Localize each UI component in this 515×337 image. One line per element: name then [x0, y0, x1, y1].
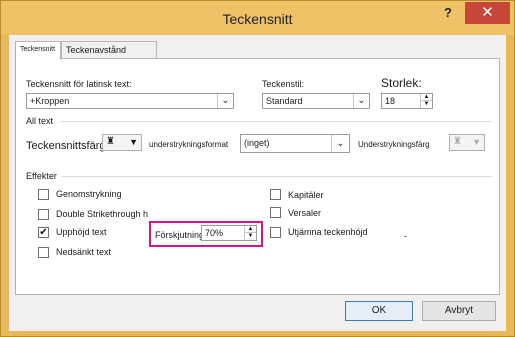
- strikethrough-checkbox[interactable]: [38, 189, 49, 200]
- spin-arrows-icon[interactable]: ▲ ▼: [244, 226, 256, 240]
- dialog-body: Teckensnitt Teckenavstånd Teckensnitt fö…: [9, 35, 506, 331]
- font-style-value: Standard: [266, 96, 303, 106]
- double-strikethrough-checkbox[interactable]: [38, 209, 49, 220]
- paint-bucket-icon: ♜: [106, 136, 115, 147]
- equalize-height-checkbox[interactable]: [270, 227, 281, 238]
- spin-down-icon[interactable]: ▼: [421, 101, 432, 108]
- underline-style-combo[interactable]: (inget) ⌄: [240, 134, 350, 153]
- superscript-label: Upphöjd text: [56, 227, 107, 237]
- small-caps-label: Kapitäler: [288, 190, 324, 200]
- font-size-value: 18: [385, 96, 396, 106]
- spin-up-icon[interactable]: ▲: [245, 226, 256, 233]
- paint-bucket-icon: ♜: [453, 136, 462, 147]
- font-style-combo[interactable]: Standard ⌄: [262, 93, 370, 109]
- chevron-down-icon[interactable]: ⌄: [217, 94, 233, 108]
- ok-button[interactable]: OK: [345, 301, 413, 321]
- help-button[interactable]: ?: [437, 5, 459, 23]
- chevron-down-icon[interactable]: ⌄: [331, 135, 349, 152]
- double-strikethrough-label: Double Strikethrough h: [56, 209, 149, 219]
- underline-color-label: Understrykningsfärg: [358, 140, 430, 149]
- chevron-down-icon: ▼: [129, 137, 138, 147]
- spin-down-icon[interactable]: ▼: [245, 233, 256, 240]
- equalize-height-label: Utjämna teckenhöjd: [288, 227, 368, 237]
- superscript-checkbox[interactable]: ✔: [38, 227, 49, 238]
- font-size-spinner[interactable]: 18 ▲ ▼: [381, 93, 433, 109]
- underline-style-label: understrykningsformat: [149, 140, 229, 149]
- title-bar[interactable]: Teckensnitt ? ✕: [1, 1, 514, 35]
- font-style-label: Teckenstil:: [262, 79, 305, 89]
- latin-font-label: Teckensnitt för latinsk text:: [26, 79, 132, 89]
- spin-arrows-icon[interactable]: ▲ ▼: [420, 94, 432, 108]
- small-caps-checkbox[interactable]: [270, 189, 281, 200]
- font-size-label: Storlek:: [381, 76, 422, 90]
- offset-value: 70%: [205, 228, 224, 238]
- dash-mark: -: [404, 231, 407, 241]
- latin-font-combo[interactable]: +Kroppen ⌄: [26, 93, 234, 109]
- effects-section-label: Effekter: [26, 171, 57, 181]
- font-color-label: Teckensnittsfärg: [26, 140, 106, 152]
- offset-label: Förskjutning:: [155, 230, 207, 240]
- underline-style-value: (inget): [244, 138, 270, 148]
- all-caps-checkbox[interactable]: [270, 207, 281, 218]
- underline-color-button[interactable]: ♜ ▼: [449, 134, 485, 151]
- latin-font-value: +Kroppen: [30, 96, 70, 106]
- all-text-section-label: All text: [26, 116, 54, 126]
- subscript-checkbox[interactable]: [38, 247, 49, 258]
- cancel-button[interactable]: Avbryt: [422, 301, 496, 321]
- all-caps-label: Versaler: [288, 208, 322, 218]
- font-dialog-window: Teckensnitt ? ✕ Teckensnitt Teckenavstån…: [0, 0, 515, 337]
- section-divider: [62, 176, 492, 177]
- chevron-down-icon: ▼: [472, 137, 481, 147]
- spin-up-icon[interactable]: ▲: [421, 94, 432, 101]
- section-divider: [60, 121, 492, 122]
- offset-spinner[interactable]: 70% ▲ ▼: [201, 225, 257, 241]
- font-tab-panel: Teckensnitt för latinsk text: +Kroppen ⌄…: [15, 58, 500, 295]
- tab-character-spacing[interactable]: Teckenavstånd: [61, 41, 157, 59]
- font-color-button[interactable]: ♜ ▼: [102, 134, 142, 151]
- tab-font[interactable]: Teckensnitt: [15, 41, 61, 60]
- chevron-down-icon[interactable]: ⌄: [353, 94, 369, 108]
- close-button[interactable]: ✕: [465, 2, 510, 24]
- subscript-label: Nedsänkt text: [56, 247, 112, 257]
- strikethrough-label: Genomstrykning: [56, 189, 122, 199]
